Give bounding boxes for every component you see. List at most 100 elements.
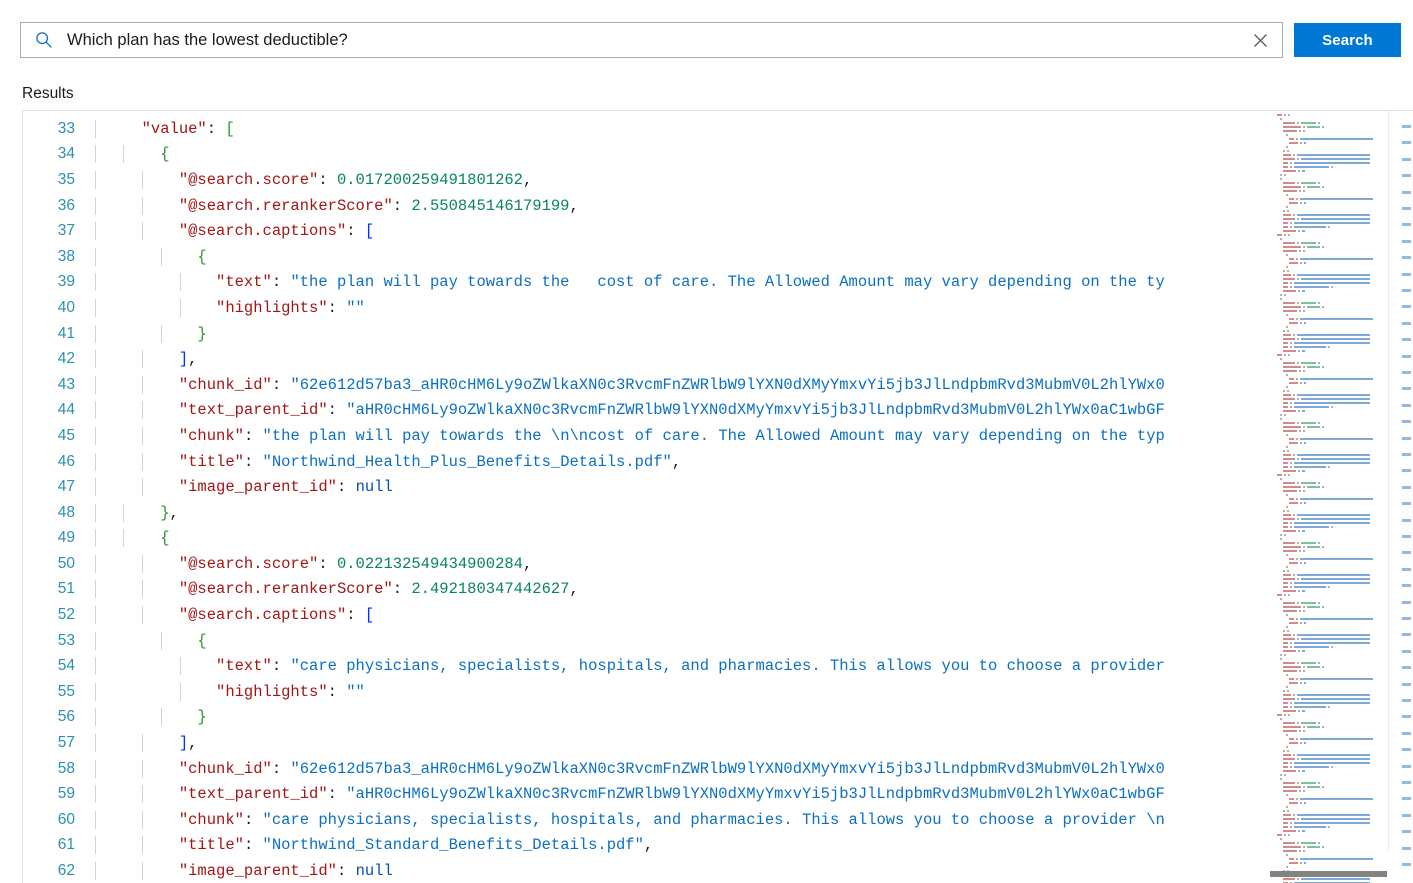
token-key: "chunk" [179, 811, 244, 829]
token-punct [123, 478, 179, 496]
token-key: "text" [216, 657, 272, 675]
token-key: "image_parent_id" [179, 478, 337, 496]
code-line-text: } [95, 708, 1271, 726]
line-number: 57 [23, 734, 95, 752]
code-area[interactable]: 33 "value": [34 {35 "@search.score": 0.0… [23, 111, 1271, 883]
overview-ruler-mark [1402, 437, 1411, 440]
line-number: 33 [23, 120, 95, 138]
code-line: 49 { [23, 526, 1271, 552]
code-line: 62 "image_parent_id": null [23, 858, 1271, 883]
code-line-text: "chunk_id": "62e612d57ba3_aHR0cHM6Ly9oZW… [95, 376, 1271, 394]
token-punct: , [570, 580, 579, 598]
token-str: "the plan will pay towards the \n\ncost … [263, 427, 1165, 445]
code-lines: 33 "value": [34 {35 "@search.score": 0.0… [23, 116, 1271, 883]
search-input[interactable] [67, 23, 1238, 57]
token-key: "@search.rerankerScore" [179, 197, 393, 215]
token-key: "image_parent_id" [179, 862, 337, 880]
search-header: Search [0, 0, 1413, 80]
code-line-text: { [95, 248, 1271, 266]
code-line-text: "@search.score": 0.022132549434900284, [95, 555, 1271, 573]
code-line: 43 "chunk_id": "62e612d57ba3_aHR0cHM6Ly9… [23, 372, 1271, 398]
results-label: Results [22, 85, 74, 103]
code-line-text: "@search.rerankerScore": 2.4921803474426… [95, 580, 1271, 598]
line-number: 45 [23, 427, 95, 445]
line-number: 46 [23, 453, 95, 471]
search-button[interactable]: Search [1294, 23, 1401, 57]
overview-ruler-mark [1402, 338, 1411, 341]
token-brk2: [ [225, 120, 234, 138]
overview-ruler-mark [1402, 191, 1411, 194]
token-punct [123, 171, 179, 189]
line-number: 34 [23, 145, 95, 163]
token-brk2: { [160, 529, 169, 547]
token-punct [123, 785, 179, 803]
token-punct: : [272, 760, 291, 778]
code-line-text: "chunk": "care physicians, specialists, … [95, 811, 1271, 829]
overview-ruler-mark [1402, 355, 1411, 358]
token-punct [123, 350, 179, 368]
token-punct: : [244, 427, 263, 445]
token-kw: null [356, 862, 393, 880]
token-punct: : [393, 197, 412, 215]
line-number: 39 [23, 273, 95, 291]
code-line-text: "title": "Northwind_Standard_Benefits_De… [95, 836, 1271, 854]
vertical-scrollbar[interactable] [1389, 111, 1413, 883]
token-punct [123, 811, 179, 829]
editor-minimap[interactable] [1271, 111, 1389, 883]
overview-ruler-mark [1402, 748, 1411, 751]
token-punct: : [346, 222, 365, 240]
code-line: 37 "@search.captions": [ [23, 218, 1271, 244]
token-key: "@search.score" [179, 555, 319, 573]
code-line-text: "text": "care physicians, specialists, h… [95, 657, 1271, 675]
token-punct: , [188, 734, 197, 752]
token-str: "aHR0cHM6Ly9oZWlkaXN0c3RvcmFnZWRlbW9lYXN… [346, 785, 1165, 803]
overview-ruler-mark [1402, 830, 1411, 833]
overview-ruler-mark [1402, 486, 1411, 489]
code-line-text: }, [95, 504, 1271, 522]
token-brk2: { [197, 248, 206, 266]
json-result-editor[interactable]: 33 "value": [34 {35 "@search.score": 0.0… [22, 110, 1413, 883]
overview-ruler-mark [1402, 633, 1411, 636]
code-line-text: "@search.captions": [ [95, 222, 1271, 240]
overview-ruler-mark [1402, 387, 1411, 390]
line-number: 47 [23, 478, 95, 496]
overview-ruler-mark [1402, 453, 1411, 456]
clear-search-icon[interactable] [1238, 23, 1282, 57]
overview-ruler-mark [1402, 732, 1411, 735]
token-str: "Northwind_Standard_Benefits_Details.pdf… [263, 836, 644, 854]
token-punct: : [337, 478, 356, 496]
code-line: 50 "@search.score": 0.022132549434900284… [23, 551, 1271, 577]
token-str: "" [346, 683, 365, 701]
token-punct: : [393, 580, 412, 598]
line-number: 40 [23, 299, 95, 317]
token-punct [123, 657, 216, 675]
token-punct [123, 555, 179, 573]
horizontal-scrollbar[interactable] [1270, 871, 1387, 877]
token-str: "care physicians, specialists, hospitals… [290, 657, 1164, 675]
token-punct: : [272, 376, 291, 394]
token-str: "care physicians, specialists, hospitals… [263, 811, 1165, 829]
search-box[interactable] [20, 22, 1283, 58]
overview-ruler-mark [1402, 814, 1411, 817]
overview-ruler-mark [1402, 371, 1411, 374]
token-punct: : [328, 785, 347, 803]
code-line: 60 "chunk": "care physicians, specialist… [23, 807, 1271, 833]
token-punct: , [188, 350, 197, 368]
overview-ruler-mark [1402, 568, 1411, 571]
overview-ruler-mark [1402, 207, 1411, 210]
token-punct [123, 222, 179, 240]
code-line-text: "@search.score": 0.017200259491801262, [95, 171, 1271, 189]
code-line: 38 { [23, 244, 1271, 270]
token-punct [123, 145, 160, 163]
code-line-text: "@search.captions": [ [95, 606, 1271, 624]
overview-ruler-mark [1402, 765, 1411, 768]
code-line: 35 "@search.score": 0.017200259491801262… [23, 167, 1271, 193]
line-number: 54 [23, 657, 95, 675]
token-key: "highlights" [216, 299, 328, 317]
token-kw: null [356, 478, 393, 496]
overview-ruler-mark [1402, 535, 1411, 538]
token-punct: , [170, 504, 179, 522]
line-number: 36 [23, 197, 95, 215]
line-number: 38 [23, 248, 95, 266]
token-punct [123, 504, 160, 522]
